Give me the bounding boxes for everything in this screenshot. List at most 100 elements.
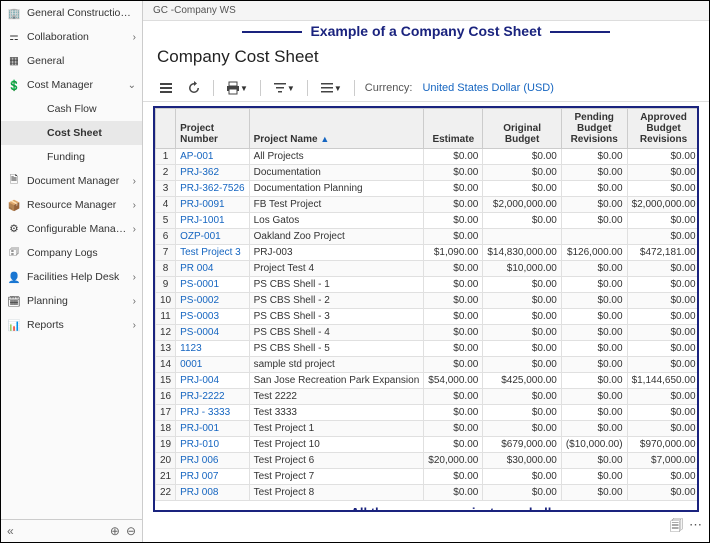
sidebar-item-cost-sheet[interactable]: Cost Sheet	[1, 121, 142, 145]
approved-budget-cell: $0.00	[627, 469, 699, 485]
table-row[interactable]: 2PRJ-362Documentation$0.00$0.00$0.00$0.0…	[156, 165, 700, 181]
row-number: 1	[156, 149, 176, 165]
table-row[interactable]: 11PS-0003PS CBS Shell - 3$0.00$0.00$0.00…	[156, 309, 700, 325]
project-number-link[interactable]: PS-0004	[176, 325, 249, 341]
refresh-button[interactable]	[185, 79, 203, 97]
table-row[interactable]: 10PS-0002PS CBS Shell - 2$0.00$0.00$0.00…	[156, 293, 700, 309]
table-row[interactable]: 22PRJ 008Test Project 8$0.00$0.00$0.00$0…	[156, 485, 700, 501]
note-icon[interactable]: 🗐	[670, 517, 683, 539]
sidebar-item-cost-manager[interactable]: 💲Cost Manager⌄	[1, 73, 142, 97]
project-number-link[interactable]: PS-0001	[176, 277, 249, 293]
table-row[interactable]: 18PRJ-001Test Project 1$0.00$0.00$0.00$0…	[156, 421, 700, 437]
print-button[interactable]: ▼	[224, 79, 250, 97]
chevron-icon: ›	[133, 200, 136, 211]
table-row[interactable]: 4PRJ-0091FB Test Project$0.00$2,000,000.…	[156, 197, 700, 213]
row-number: 17	[156, 405, 176, 421]
table-row[interactable]: 21PRJ 007Test Project 7$0.00$0.00$0.00$0…	[156, 469, 700, 485]
table-row[interactable]: 16PRJ-2222Test 2222$0.00$0.00$0.00$0.00	[156, 389, 700, 405]
sidebar-remove-icon[interactable]: ⊖	[126, 524, 136, 538]
project-number-link[interactable]: PRJ-0091	[176, 197, 249, 213]
col-approved-budget[interactable]: Approved Budget Revisions	[627, 109, 699, 149]
row-number: 5	[156, 213, 176, 229]
table-row[interactable]: 19PRJ-010Test Project 10$0.00$679,000.00…	[156, 437, 700, 453]
project-number-link[interactable]: PRJ-001	[176, 421, 249, 437]
table-row[interactable]: 9PS-0001PS CBS Shell - 1$0.00$0.00$0.00$…	[156, 277, 700, 293]
project-number-link[interactable]: PR 004	[176, 261, 249, 277]
project-number-link[interactable]: PRJ-362	[176, 165, 249, 181]
sidebar-item-planning[interactable]: 🗓Planning›	[1, 289, 142, 313]
list-button[interactable]: ▼	[318, 79, 344, 97]
project-number-link[interactable]: OZP-001	[176, 229, 249, 245]
sidebar-item-company-logs[interactable]: 🗊Company Logs	[1, 241, 142, 265]
col-project-name[interactable]: Project Name ▲	[249, 109, 424, 149]
project-number-link[interactable]: PRJ-1001	[176, 213, 249, 229]
chevron-icon: ›	[133, 320, 136, 331]
project-number-link[interactable]: PRJ - 3333	[176, 405, 249, 421]
original-budget-cell: $0.00	[483, 469, 562, 485]
project-number-link[interactable]: PRJ 008	[176, 485, 249, 501]
original-budget-cell: $30,000.00	[483, 453, 562, 469]
approved-budget-cell: $0.00	[627, 357, 699, 373]
project-number-link[interactable]: Test Project 3	[176, 245, 249, 261]
sidebar-item-reports[interactable]: 📊Reports›	[1, 313, 142, 337]
chevron-icon: ›	[133, 272, 136, 283]
table-row[interactable]: 17PRJ - 3333Test 3333$0.00$0.00$0.00$0.0…	[156, 405, 700, 421]
sidebar-item-collaboration[interactable]: ⚎Collaboration›	[1, 25, 142, 49]
row-number: 22	[156, 485, 176, 501]
table-row[interactable]: 140001sample std project$0.00$0.00$0.00$…	[156, 357, 700, 373]
project-number-link[interactable]: PRJ 006	[176, 453, 249, 469]
estimate-cell: $0.00	[424, 357, 483, 373]
menu-button[interactable]	[157, 79, 175, 97]
estimate-cell: $0.00	[424, 149, 483, 165]
table-row[interactable]: 15PRJ-004San Jose Recreation Park Expans…	[156, 373, 700, 389]
row-number: 14	[156, 357, 176, 373]
sidebar-item-resource-manager[interactable]: 📦Resource Manager›	[1, 193, 142, 217]
project-number-link[interactable]: PRJ-362-7526	[176, 181, 249, 197]
project-number-link[interactable]: PRJ-004	[176, 373, 249, 389]
project-number-link[interactable]: 1123	[176, 341, 249, 357]
currency-selector[interactable]: United States Dollar (USD)	[422, 82, 553, 94]
estimate-cell: $54,000.00	[424, 373, 483, 389]
original-budget-cell: $0.00	[483, 165, 562, 181]
project-name-cell: Los Gatos	[249, 213, 424, 229]
col-pending-budget[interactable]: Pending Budget Revisions	[561, 109, 627, 149]
col-original-budget[interactable]: Original Budget	[483, 109, 562, 149]
table-row[interactable]: 7Test Project 3PRJ-003$1,090.00$14,830,0…	[156, 245, 700, 261]
log-icon: 🗊	[7, 246, 21, 260]
cost-sheet-grid[interactable]: Project Number Project Name ▲ Estimate O…	[153, 106, 699, 512]
table-row[interactable]: 20PRJ 006Test Project 6$20,000.00$30,000…	[156, 453, 700, 469]
sidebar-item-facilities-help-desk[interactable]: 👤Facilities Help Desk›	[1, 265, 142, 289]
row-number: 3	[156, 181, 176, 197]
table-row[interactable]: 8PR 004Project Test 4$0.00$10,000.00$0.0…	[156, 261, 700, 277]
table-row[interactable]: 131123PS CBS Shell - 5$0.00$0.00$0.00$0.…	[156, 341, 700, 357]
col-estimate[interactable]: Estimate	[424, 109, 483, 149]
table-row[interactable]: 12PS-0004PS CBS Shell - 4$0.00$0.00$0.00…	[156, 325, 700, 341]
table-row[interactable]: 3PRJ-362-7526Documentation Planning$0.00…	[156, 181, 700, 197]
project-number-link[interactable]: PRJ 007	[176, 469, 249, 485]
estimate-cell: $0.00	[424, 261, 483, 277]
sidebar-add-icon[interactable]: ⊕	[110, 524, 120, 538]
table-row[interactable]: 1AP-001All Projects$0.00$0.00$0.00$0.00	[156, 149, 700, 165]
filter-button[interactable]: ▼	[271, 79, 297, 97]
sidebar-item-configurable-managers[interactable]: ⚙Configurable Managers›	[1, 217, 142, 241]
project-number-link[interactable]: PRJ-2222	[176, 389, 249, 405]
project-number-link[interactable]: PRJ-010	[176, 437, 249, 453]
project-name-cell: All Projects	[249, 149, 424, 165]
col-rownum[interactable]	[156, 109, 176, 149]
table-row[interactable]: 6OZP-001Oakland Zoo Project$0.00$0.00	[156, 229, 700, 245]
project-number-link[interactable]: AP-001	[176, 149, 249, 165]
sidebar-item-document-manager[interactable]: 🗎Document Manager›	[1, 169, 142, 193]
col-project-number[interactable]: Project Number	[176, 109, 249, 149]
sidebar-item-funding[interactable]: Funding	[1, 145, 142, 169]
project-number-link[interactable]: 0001	[176, 357, 249, 373]
table-row[interactable]: 5PRJ-1001Los Gatos$0.00$0.00$0.00$0.00	[156, 213, 700, 229]
sidebar-item-general[interactable]: ▦General	[1, 49, 142, 73]
project-number-link[interactable]: PS-0002	[176, 293, 249, 309]
sidebar-item-label: Cost Manager	[27, 79, 126, 91]
more-icon[interactable]: ⋯	[689, 517, 702, 539]
project-number-link[interactable]: PS-0003	[176, 309, 249, 325]
sidebar-item-cash-flow[interactable]: Cash Flow	[1, 97, 142, 121]
sidebar-collapse-icon[interactable]: «	[7, 524, 14, 538]
row-number: 15	[156, 373, 176, 389]
sidebar-item-general-construction[interactable]: 🏢General Construction ...	[1, 1, 142, 25]
